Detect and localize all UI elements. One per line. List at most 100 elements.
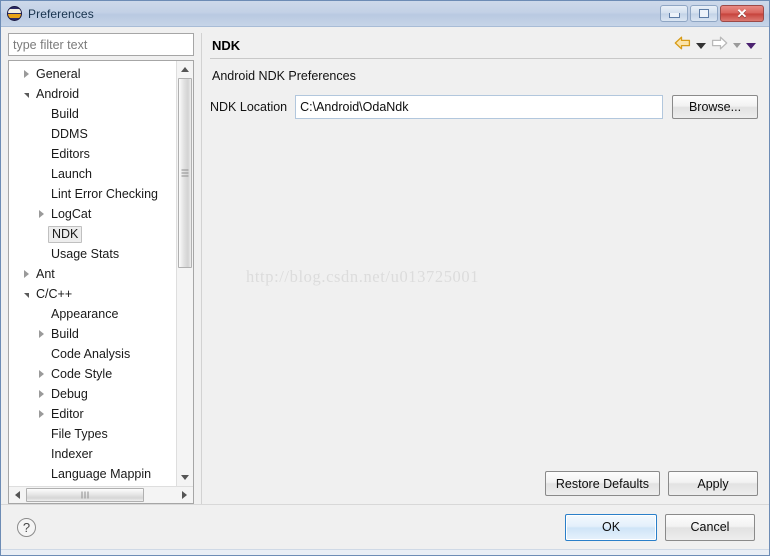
tree-item-ddms[interactable]: DDMS xyxy=(9,124,176,144)
tree-collapsed-arrow-icon[interactable] xyxy=(34,390,49,398)
tree-item-label: Code Analysis xyxy=(51,347,131,361)
tree-item-ant[interactable]: Ant xyxy=(9,264,176,284)
scroll-down-button[interactable] xyxy=(177,469,193,486)
tree-horizontal-scrollbar[interactable] xyxy=(9,486,193,503)
preferences-dialog-screenshot: Preferences ✕ GeneralAndroi xyxy=(0,0,770,556)
ndk-location-input[interactable] xyxy=(295,95,663,119)
preferences-tree-inner: General Android Build DDMS Editors Launch Lint… xyxy=(9,61,193,486)
tree-collapsed-arrow-icon[interactable] xyxy=(34,410,49,418)
tree-item-language-mappin[interactable]: Language Mappin xyxy=(9,464,176,484)
tree-collapsed-arrow-icon[interactable] xyxy=(34,370,49,378)
tree-item-label: Ant xyxy=(36,267,55,281)
window-titlebar: Preferences ✕ xyxy=(1,1,769,27)
tree-item-ndk[interactable]: NDK xyxy=(9,224,176,244)
page-header: NDK xyxy=(210,33,762,59)
triangle-right-icon xyxy=(39,390,44,398)
horizontal-scroll-thumb[interactable] xyxy=(26,488,144,502)
tree-item-label: Code Style xyxy=(51,367,113,381)
tree-expanded-arrow-icon[interactable] xyxy=(19,92,34,98)
scroll-right-icon xyxy=(182,491,187,499)
page-menu-chevron-down-icon[interactable] xyxy=(746,42,756,49)
tree-item-label: LogCat xyxy=(51,207,92,221)
apply-button[interactable]: Apply xyxy=(668,471,758,496)
close-button[interactable]: ✕ xyxy=(720,5,764,22)
maximize-icon xyxy=(699,9,709,18)
scroll-left-button[interactable] xyxy=(9,487,26,503)
triangle-right-icon xyxy=(39,330,44,338)
tree-item-launch[interactable]: Launch xyxy=(9,164,176,184)
tree-item-editors[interactable]: Editors xyxy=(9,144,176,164)
triangle-right-icon xyxy=(39,370,44,378)
page-content-area: http://blog.csdn.net/u013725001 xyxy=(210,119,762,471)
tree-item-build[interactable]: Build xyxy=(9,324,176,344)
horizontal-scroll-track[interactable] xyxy=(26,487,176,503)
browse-button[interactable]: Browse... xyxy=(672,95,758,119)
triangle-down-icon xyxy=(24,292,29,298)
tree-item-android[interactable]: Android xyxy=(9,84,176,104)
tree-item-label: Usage Stats xyxy=(51,247,120,261)
scroll-down-icon xyxy=(181,475,189,480)
vertical-scroll-thumb[interactable] xyxy=(178,78,192,268)
tree-item-appearance[interactable]: Appearance xyxy=(9,304,176,324)
tree-item-lint-error-checking[interactable]: Lint Error Checking xyxy=(9,184,176,204)
tree-item-indexer[interactable]: Indexer xyxy=(9,444,176,464)
tree-item-label: Lint Error Checking xyxy=(51,187,158,201)
scroll-up-icon xyxy=(181,67,189,72)
tree-item-label: Debug xyxy=(51,387,88,401)
scroll-right-button[interactable] xyxy=(176,487,193,503)
scroll-grip-icon xyxy=(81,491,89,499)
scroll-up-button[interactable] xyxy=(177,61,193,78)
page-action-buttons: Restore Defaults Apply xyxy=(210,471,762,504)
tree-item-label: Editor xyxy=(51,407,84,421)
triangle-down-icon xyxy=(24,92,29,98)
tree-item-usage-stats[interactable]: Usage Stats xyxy=(9,244,176,264)
tree-item-label: Build xyxy=(51,107,79,121)
minimize-button[interactable] xyxy=(660,5,688,22)
tree-item-build[interactable]: Build xyxy=(9,104,176,124)
tree-item-label: Indexer xyxy=(51,447,93,461)
tree-item-file-types[interactable]: File Types xyxy=(9,424,176,444)
triangle-right-icon xyxy=(39,210,44,218)
scroll-grip-icon xyxy=(181,169,189,177)
back-arrow-icon[interactable] xyxy=(674,36,691,55)
footer-buttons: OK Cancel xyxy=(565,513,755,541)
maximize-button[interactable] xyxy=(690,5,718,22)
tree-item-label: C/C++ xyxy=(36,287,73,301)
tree-item-code-analysis[interactable]: Code Analysis xyxy=(9,344,176,364)
tree-item-label: File Types xyxy=(51,427,108,441)
tree-item-label: Language Mappin xyxy=(51,467,152,481)
tree-vertical-scrollbar[interactable] xyxy=(176,61,193,486)
page-navigation-tools xyxy=(674,36,760,55)
preferences-tree[interactable]: General Android Build DDMS Editors Launch Lint… xyxy=(9,61,176,486)
cancel-button[interactable]: Cancel xyxy=(665,513,755,541)
tree-collapsed-arrow-icon[interactable] xyxy=(19,270,34,278)
ndk-location-label: NDK Location xyxy=(210,100,288,114)
eclipse-icon xyxy=(7,6,22,21)
tree-collapsed-arrow-icon[interactable] xyxy=(34,210,49,218)
tree-item-c-c[interactable]: C/C++ xyxy=(9,284,176,304)
tree-item-logcat[interactable]: LogCat xyxy=(9,204,176,224)
tree-item-label: Build xyxy=(51,327,79,341)
filter-input[interactable] xyxy=(8,33,194,56)
tree-collapsed-arrow-icon[interactable] xyxy=(34,330,49,338)
tree-expanded-arrow-icon[interactable] xyxy=(19,292,34,298)
ok-button[interactable]: OK xyxy=(565,513,657,541)
tree-collapsed-arrow-icon[interactable] xyxy=(19,70,34,78)
help-icon[interactable]: ? xyxy=(17,517,36,537)
vertical-scroll-track[interactable] xyxy=(177,78,193,469)
tree-item-label: General xyxy=(36,67,81,81)
triangle-right-icon xyxy=(24,70,29,78)
watermark-text: http://blog.csdn.net/u013725001 xyxy=(246,267,480,286)
tree-item-debug[interactable]: Debug xyxy=(9,384,176,404)
preferences-tree-panel: General Android Build DDMS Editors Launch Lint… xyxy=(8,60,194,504)
tree-item-editor[interactable]: Editor xyxy=(9,404,176,424)
tree-item-general[interactable]: General xyxy=(9,64,176,84)
ndk-location-row: NDK Location Browse... xyxy=(210,95,762,119)
back-history-chevron-down-icon[interactable] xyxy=(696,42,706,49)
dialog-footer: ? OK Cancel xyxy=(1,504,769,549)
footer-strip xyxy=(1,549,769,555)
tree-item-code-style[interactable]: Code Style xyxy=(9,364,176,384)
preferences-window: Preferences ✕ GeneralAndroi xyxy=(0,0,770,556)
restore-defaults-button[interactable]: Restore Defaults xyxy=(544,471,660,496)
preference-page: NDK Android NDK Preferences NDK Location… xyxy=(201,33,762,504)
